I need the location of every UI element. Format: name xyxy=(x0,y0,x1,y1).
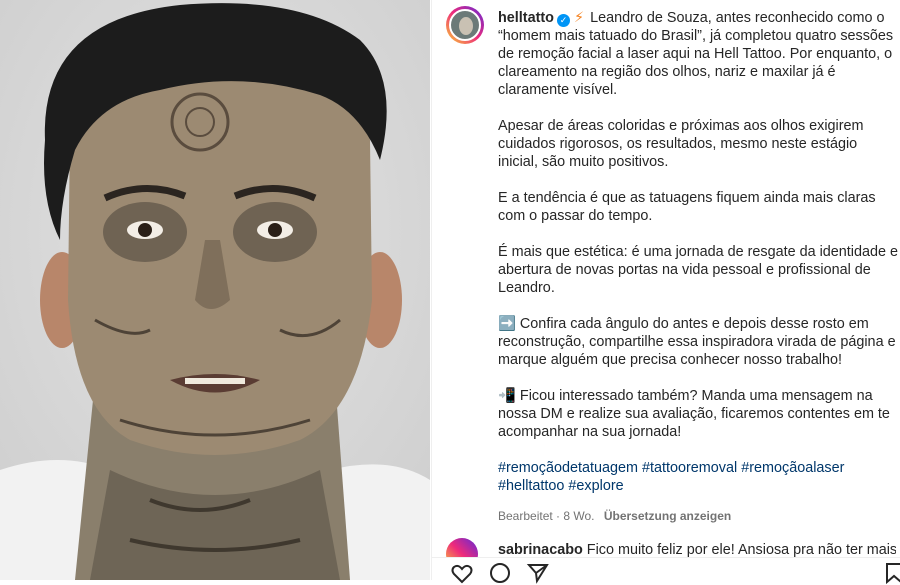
hashtag-link[interactable]: #helltattoo xyxy=(498,478,564,494)
post-caption: helltatto ✓ ⚡ Leandro de Souza, antes recon… xyxy=(498,9,900,525)
edited-timestamp: Bearbeitet · 8 Wo. xyxy=(498,509,595,523)
verified-badge-icon: ✓ xyxy=(556,14,570,27)
caption-paragraph: ➡️ Confira cada ângulo do antes e depois… xyxy=(498,316,896,368)
translate-link[interactable]: Übersetzung anzeigen xyxy=(604,509,731,523)
portrait-image xyxy=(0,0,430,580)
caption-paragraph: E a tendência é que as tatuagens fiquem … xyxy=(498,190,876,224)
divider xyxy=(432,557,900,558)
hashtag-link[interactable]: #remoçãoalaser xyxy=(741,460,844,476)
caption-paragraph: 📲 Ficou interessado também? Manda uma me… xyxy=(498,388,890,440)
bookmark-icon[interactable] xyxy=(882,561,900,585)
action-bar xyxy=(446,561,900,585)
comment-item: sabrinacabo Fico muito feliz por ele! An… xyxy=(446,538,896,558)
hashtag-link[interactable]: #remoçãodetatuagem xyxy=(498,460,638,476)
post-details-panel: helltatto ✓ ⚡ Leandro de Souza, antes recon… xyxy=(431,0,900,585)
commenter-username[interactable]: sabrinacabo xyxy=(498,542,583,558)
post-meta: Bearbeitet · 8 Wo. Übersetzung anzeigen xyxy=(498,507,900,525)
commenter-avatar[interactable] xyxy=(446,538,478,558)
caption-paragraph: Apesar de áreas coloridas e próximas aos… xyxy=(498,118,864,170)
comment-text: sabrinacabo Fico muito feliz por ele! An… xyxy=(498,542,896,558)
post-photo[interactable] xyxy=(0,0,430,580)
bolt-emoji: ⚡ xyxy=(573,10,585,26)
hashtag-link[interactable]: #explore xyxy=(568,478,623,494)
comment-icon[interactable] xyxy=(488,561,512,585)
send-icon[interactable] xyxy=(526,561,550,585)
heart-icon[interactable] xyxy=(450,561,474,585)
username-link[interactable]: helltatto xyxy=(498,10,554,26)
hashtag-link[interactable]: #tattooremoval xyxy=(642,460,737,476)
hashtag-list: #remoçãodetatuagem #tattooremoval #remoç… xyxy=(498,459,900,495)
caption-paragraph: É mais que estética: é uma jornada de re… xyxy=(498,244,899,296)
profile-avatar[interactable] xyxy=(446,6,484,44)
comment-body: Fico muito feliz por ele! Ansiosa pra nã… xyxy=(586,542,896,558)
